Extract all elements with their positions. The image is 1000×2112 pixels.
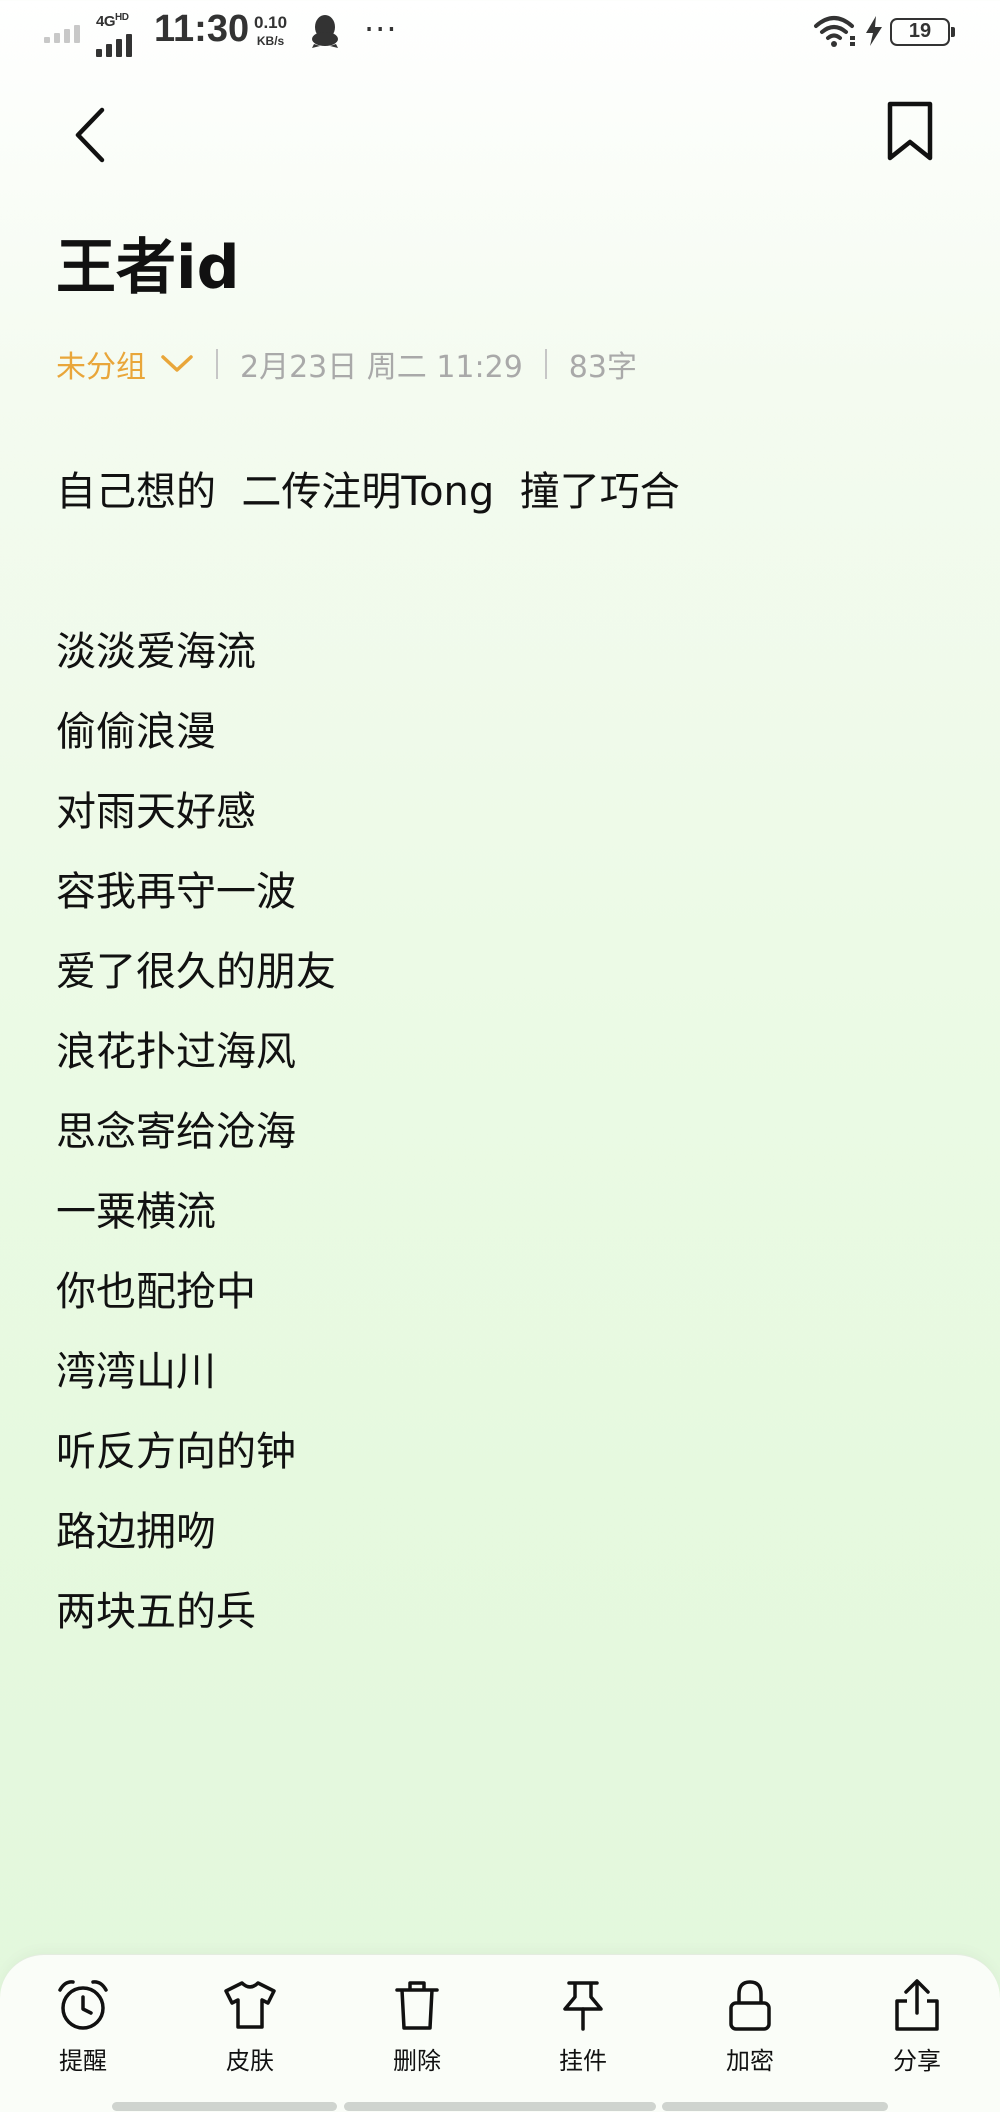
reminder-button[interactable]: 提醒 [23, 1977, 143, 2087]
note-title[interactable]: 王者id [56, 228, 240, 308]
scroll-indicator [112, 2102, 337, 2111]
delete-label: 删除 [393, 2047, 441, 2075]
skin-label: 皮肤 [226, 2047, 274, 2075]
note-line: 两块五的兵 [56, 1589, 256, 1635]
note-line: 湾湾山川 [56, 1349, 216, 1395]
share-label: 分享 [893, 2047, 941, 2075]
note-line: 浪花扑过海风 [56, 1029, 296, 1075]
signal-icon-sim2 [44, 24, 84, 43]
meta-divider [544, 349, 547, 379]
note-line: 听反方向的钟 [56, 1429, 296, 1475]
group-label: 未分组 [56, 350, 146, 385]
status-time: 11:30 [154, 8, 250, 50]
bookmark-icon [887, 101, 933, 161]
meta-divider [216, 349, 218, 379]
charging-icon [864, 16, 884, 50]
chevron-left-icon [75, 107, 105, 163]
note-intro-line: 自己想的 二传注明Tong 撞了巧合 [56, 469, 680, 515]
pin-label: 挂件 [559, 2047, 607, 2075]
note-line: 偷偷浪漫 [56, 709, 216, 755]
note-line: 容我再守一波 [56, 869, 296, 915]
note-line: 爱了很久的朋友 [56, 949, 336, 995]
note-line: 一粟横流 [56, 1189, 216, 1235]
encrypt-label: 加密 [726, 2047, 774, 2075]
pin-button[interactable]: 挂件 [523, 1977, 643, 2087]
trash-icon [395, 1981, 439, 2030]
note-line: 你也配抢中 [56, 1269, 256, 1315]
word-count: 83字 [568, 350, 637, 385]
note-line: 思念寄给沧海 [56, 1109, 296, 1155]
back-button[interactable] [60, 100, 120, 170]
signal-icon [96, 34, 136, 57]
battery-icon: 19 [890, 18, 955, 46]
scroll-indicator [344, 2102, 656, 2111]
note-meta: 未分组 2月23日 周二 11:29 83字 [56, 340, 637, 388]
reminder-label: 提醒 [59, 2047, 107, 2075]
network-indicator: 4GHD [92, 10, 142, 57]
chevron-down-icon [161, 355, 193, 372]
share-icon [895, 1979, 939, 2031]
qq-icon [310, 14, 340, 52]
note-body-editor[interactable]: 自己想的 二传注明Tong 撞了巧合 淡淡爱海流 偷偷浪漫 对雨天好感 容我再守… [56, 452, 936, 1652]
note-line: 淡淡爱海流 [56, 629, 256, 675]
note-date: 2月23日 周二 11:29 [240, 350, 523, 385]
status-bar: 4GHD 11:30 0.10 KB/s ··· 19 [0, 0, 1000, 66]
share-button[interactable]: 分享 [857, 1977, 977, 2087]
alarm-clock-icon [58, 1980, 108, 2030]
skin-button[interactable]: 皮肤 [190, 1977, 310, 2087]
network-speed: 0.10 KB/s [254, 13, 288, 49]
tshirt-icon [224, 1981, 276, 2029]
bottom-toolbar: 提醒 皮肤 删除 挂件 加密 分享 [0, 1954, 1000, 2112]
scroll-indicator [662, 2102, 888, 2111]
pin-icon [563, 1981, 603, 2031]
wifi-icon [812, 14, 856, 52]
bookmark-button[interactable] [880, 96, 940, 166]
network-type: 4GHD [96, 12, 129, 30]
lock-icon [729, 1980, 771, 2031]
note-line: 对雨天好感 [56, 789, 256, 835]
more-icon: ··· [364, 10, 398, 48]
note-line: 路边拥吻 [56, 1509, 216, 1555]
encrypt-button[interactable]: 加密 [690, 1977, 810, 2087]
delete-button[interactable]: 删除 [357, 1977, 477, 2087]
group-selector[interactable]: 未分组 [56, 342, 194, 386]
